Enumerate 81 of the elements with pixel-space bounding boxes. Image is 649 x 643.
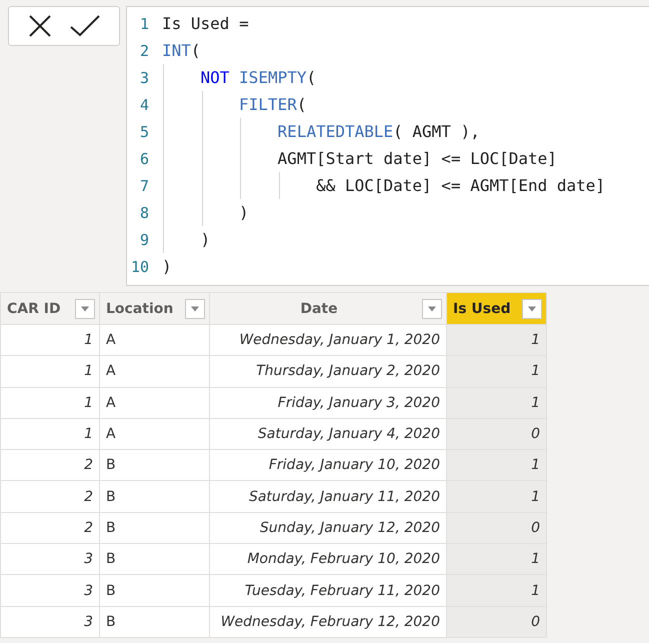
table-cell: 3 (0, 574, 100, 606)
table-cell: Thursday, January 2, 2020 (210, 356, 446, 388)
line-number: 10 (130, 258, 149, 276)
commit-button[interactable] (68, 13, 102, 39)
column-header[interactable]: CAR ID (0, 292, 100, 324)
table-cell: 1 (446, 324, 546, 356)
formula-editor[interactable]: 1 Is Used = 2 INT( 3 NOT ISEMPTY( 4 FILTER( 5 RELATEDTABLE( AGMT ), 6 AGMT[Start date] <= LOC[Date] 7 && LOC[Date] <= AGMT[End date] 8 ) 9 ) 10 ) (126, 6, 649, 286)
table-cell: 3 (0, 544, 100, 575)
table-cell: 1 (446, 574, 546, 606)
table-cell: 0 (446, 606, 546, 638)
table-cell: B (100, 512, 210, 544)
table-cell: 1 (0, 356, 100, 388)
table-cell: B (100, 606, 210, 638)
table-cell: Tuesday, February 11, 2020 (210, 574, 446, 606)
column-header[interactable]: Date (210, 292, 446, 324)
filter-dropdown-icon[interactable] (422, 298, 442, 318)
code-token: RELATEDTABLE (278, 122, 394, 141)
table-cell: 1 (446, 356, 546, 388)
code-token: && LOC[Date] <= AGMT[End date] (316, 176, 606, 195)
table-cell: A (100, 387, 210, 418)
code-token: FILTER (239, 95, 297, 114)
line-number: 8 (138, 204, 149, 222)
column-title: Is Used (453, 300, 511, 316)
table-cell: 1 (446, 480, 546, 512)
line-number: 3 (138, 68, 149, 86)
table-cell: 1 (446, 544, 546, 575)
table-cell: Saturday, January 11, 2020 (210, 480, 446, 512)
table-cell: 1 (0, 324, 100, 356)
table-cell: Monday, February 10, 2020 (210, 544, 446, 575)
table-cell: Saturday, January 4, 2020 (210, 418, 446, 450)
table-cell: 2 (0, 512, 100, 544)
line-number: 1 (138, 14, 149, 32)
filter-dropdown-icon[interactable] (522, 298, 542, 318)
table-cell: 2 (0, 450, 100, 481)
line-number: 4 (138, 96, 149, 114)
table-cell: Wednesday, February 12, 2020 (210, 606, 446, 638)
table-cell: A (100, 324, 210, 356)
code-token: Is Used = (162, 14, 249, 33)
table-cell: B (100, 480, 210, 512)
filter-dropdown-icon[interactable] (185, 298, 205, 318)
code-token: ) (162, 257, 172, 276)
filter-dropdown-icon[interactable] (75, 298, 95, 318)
table-cell: 0 (446, 512, 546, 544)
code-token: NOT (200, 68, 230, 87)
column-title: CAR ID (7, 300, 61, 316)
table-cell: B (100, 574, 210, 606)
table-cell: 1 (0, 387, 100, 418)
code-token: ISEMPTY (239, 68, 306, 87)
code-token: ( (190, 41, 201, 60)
table-cell: 1 (446, 450, 546, 481)
line-number: 9 (138, 230, 149, 248)
table-cell: 2 (0, 480, 100, 512)
code-token: ( AGMT ), (393, 122, 480, 141)
line-number: 6 (138, 150, 149, 168)
code-token: ) (239, 203, 249, 222)
line-number: 7 (138, 176, 149, 194)
table-cell: A (100, 356, 210, 388)
table-cell: 3 (0, 606, 100, 638)
table-cell: 1 (0, 418, 100, 450)
table-cell: B (100, 450, 210, 481)
column-title: Location (106, 300, 174, 316)
code-token: ) (200, 230, 210, 249)
column-title: Date (299, 300, 339, 316)
table-cell: A (100, 418, 210, 450)
table-cell: Wednesday, January 1, 2020 (210, 324, 446, 356)
code-token: AGMT[Start date] <= LOC[Date] (278, 149, 557, 168)
table-cell: Friday, January 10, 2020 (210, 450, 446, 481)
table-cell: Friday, January 3, 2020 (210, 387, 446, 418)
line-number: 2 (138, 42, 149, 60)
close-icon (28, 14, 52, 38)
column-header[interactable]: Location (100, 292, 210, 324)
column-header[interactable]: Is Used (446, 292, 546, 324)
code-token: ( (306, 68, 316, 87)
table-cell: 0 (446, 418, 546, 450)
checkmark-icon (70, 15, 100, 37)
table-cell: B (100, 544, 210, 575)
table-cell: Sunday, January 12, 2020 (210, 512, 446, 544)
code-token: ( (296, 95, 306, 114)
code-token: INT (162, 41, 191, 60)
table-cell: 1 (446, 387, 546, 418)
line-number: 5 (138, 122, 149, 140)
